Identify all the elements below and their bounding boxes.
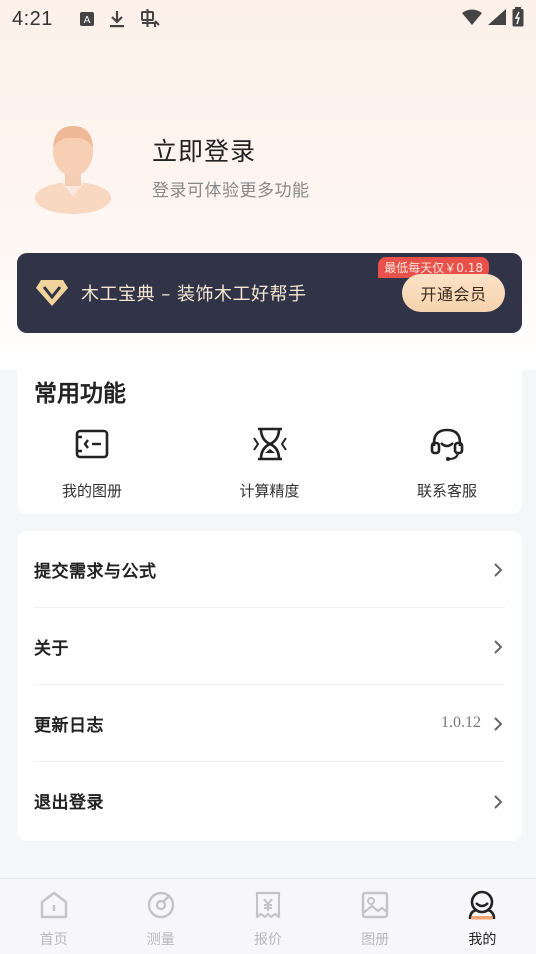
chevron-right-icon <box>491 639 505 654</box>
tab-label: 报价 <box>254 932 282 948</box>
menu-label: 关于 <box>34 638 69 659</box>
menu-item-submit-requirements[interactable]: 提交需求与公式 <box>34 531 505 608</box>
function-my-album[interactable]: 我的图册 <box>37 426 147 501</box>
chevron-right-icon <box>491 562 505 577</box>
tab-label: 我的 <box>468 932 497 948</box>
tab-label: 图册 <box>361 932 390 948</box>
function-label: 联系客服 <box>416 482 477 500</box>
menu-label: 提交需求与公式 <box>34 561 157 582</box>
menu-item-logout[interactable]: 退出登录 <box>34 762 505 839</box>
signal-icon <box>488 8 506 30</box>
quote-icon <box>252 889 284 925</box>
menu-label: 更新日志 <box>34 715 104 736</box>
avatar[interactable] <box>28 118 118 214</box>
tab-home[interactable]: 首页 <box>0 879 107 954</box>
tab-quote[interactable]: 报价 <box>214 879 321 954</box>
album-icon <box>74 426 110 466</box>
gallery-icon <box>359 889 391 925</box>
common-functions-card: 常用功能 我的图册 计算精度 联系客服 <box>17 366 522 514</box>
vip-slogan: 木工宝典 – 装饰木工好帮手 <box>81 284 307 305</box>
tab-gallery[interactable]: 图册 <box>322 879 429 954</box>
settings-menu-card: 提交需求与公式 关于 更新日志 1.0.12 退出登录 <box>17 531 522 841</box>
section-title: 常用功能 <box>34 381 126 407</box>
function-label: 计算精度 <box>239 482 300 500</box>
bug-icon <box>139 9 161 29</box>
download-icon <box>109 10 125 28</box>
login-title[interactable]: 立即登录 <box>152 132 310 168</box>
tab-label: 测量 <box>146 932 175 948</box>
font-a-icon: A <box>79 11 95 27</box>
function-precision[interactable]: 计算精度 <box>215 426 325 501</box>
svg-text:A: A <box>84 15 91 26</box>
bottom-tab-bar: 首页 测量 报价 图册 我的 <box>0 878 536 954</box>
open-membership-button[interactable]: 开通会员 <box>402 274 505 312</box>
chevron-right-icon <box>491 794 505 809</box>
headset-icon <box>429 426 465 466</box>
menu-item-changelog[interactable]: 更新日志 1.0.12 <box>34 685 505 762</box>
status-time: 4:21 <box>12 7 53 30</box>
tab-label: 首页 <box>39 932 68 948</box>
chevron-right-icon <box>491 716 505 731</box>
vip-diamond-icon <box>35 278 69 308</box>
menu-label: 退出登录 <box>34 793 104 813</box>
login-subtitle: 登录可体验更多功能 <box>152 180 310 201</box>
function-contact-support[interactable]: 联系客服 <box>392 426 502 501</box>
profile-icon <box>466 889 498 925</box>
function-label: 我的图册 <box>61 482 122 500</box>
vip-banner[interactable]: 木工宝典 – 装饰木工好帮手 最低每天仅￥0.18 开通会员 <box>17 253 522 333</box>
hourglass-icon <box>252 426 288 466</box>
battery-icon <box>512 6 524 32</box>
wifi-icon <box>462 8 482 30</box>
tab-profile[interactable]: 我的 <box>429 879 536 954</box>
status-bar: 4:21 A <box>0 0 536 38</box>
tab-measure[interactable]: 测量 <box>107 879 214 954</box>
menu-item-about[interactable]: 关于 <box>34 608 505 685</box>
profile-header[interactable]: 立即登录 登录可体验更多功能 <box>28 118 310 214</box>
home-icon <box>38 889 70 925</box>
version-value: 1.0.12 <box>441 714 481 731</box>
measure-icon <box>145 889 177 925</box>
